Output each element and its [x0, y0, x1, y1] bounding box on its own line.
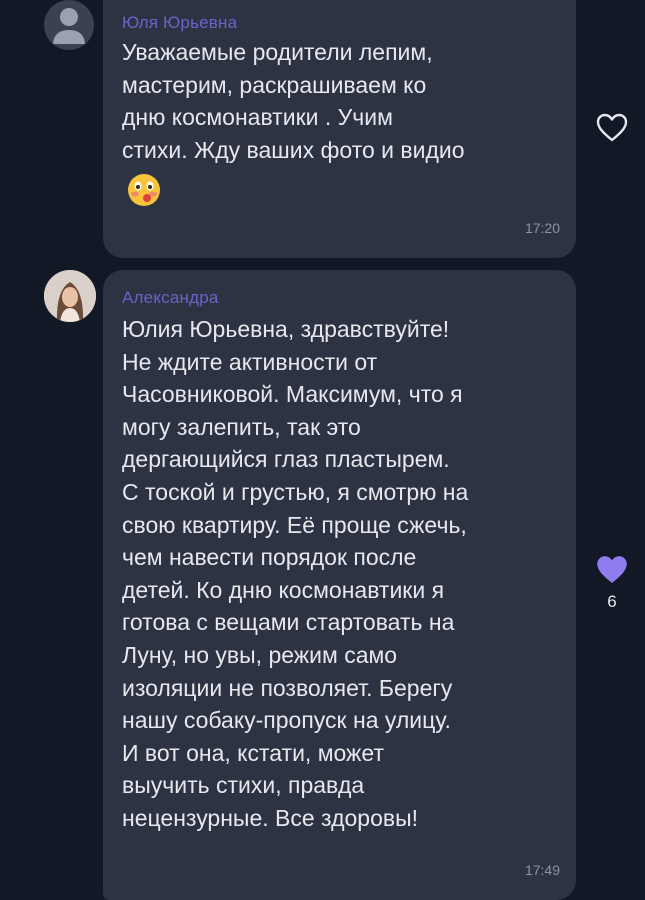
message-line: стихи. Жду ваших фото и видио [122, 136, 465, 163]
message-line: И вот она, кстати, может [122, 739, 384, 766]
face-emoji-icon [128, 174, 160, 206]
message-line: детей. Ко дню космонавтики я [122, 576, 445, 603]
heart-outline-icon[interactable] [596, 113, 628, 143]
message-line: Юлия Юрьевна, здравствуйте! [122, 316, 450, 342]
message-line: дергающийся глаз пластырем. [122, 446, 450, 473]
message-text: Уважаемые родители лепим, мастерим, раск… [122, 36, 465, 166]
message-bubble[interactable]: Юля Юрьевна Уважаемые родители лепим, ма… [103, 0, 576, 258]
avatar-aleksandra[interactable] [44, 270, 96, 322]
avatar-yulia[interactable] [44, 0, 94, 50]
chat-thread: Юля Юрьевна Уважаемые родители лепим, ма… [0, 0, 645, 900]
message-line: чем навести порядок после [122, 544, 417, 571]
message-line: свою квартиру. Её проще сжечь, [122, 511, 467, 538]
message-line: Уважаемые родители лепим, [122, 39, 433, 65]
message-time: 17:20 [524, 220, 560, 236]
message-line: нашу собаку-пропуск на улицу. [122, 707, 451, 734]
message-text: Юлия Юрьевна, здравствуйте! Не ждите акт… [122, 313, 468, 835]
reaction-count: 6 [607, 592, 617, 611]
message-line: изоляции не позволяет. Берегу [122, 674, 453, 701]
message-line: выучить стихи, правда [122, 772, 365, 799]
message-time: 17:49 [524, 862, 560, 878]
message-bubble[interactable]: Александра Юлия Юрьевна, здравствуйте! Н… [103, 270, 576, 900]
sender-name[interactable]: Александра [122, 288, 219, 308]
message-line: нецензурные. Все здоровы! [122, 804, 419, 831]
message-line: Не ждите активности от [122, 348, 378, 375]
message-line: С тоской и грустью, я смотрю на [122, 478, 469, 505]
profile-photo-icon [44, 270, 96, 322]
message-line: Луну, но увы, режим само [122, 641, 398, 668]
user-placeholder-icon [53, 8, 85, 44]
sender-name[interactable]: Юля Юрьевна [122, 13, 237, 33]
message-line: готова с вещами стартовать на [122, 609, 455, 636]
message-line: дню космонавтики . Учим [122, 104, 393, 131]
message-line: мастерим, раскрашиваем ко [122, 71, 427, 98]
message-line: Часовниковой. Максимум, что я [122, 381, 463, 408]
heart-filled-icon[interactable] [596, 555, 628, 585]
message-line: могу залепить, так это [122, 413, 361, 440]
